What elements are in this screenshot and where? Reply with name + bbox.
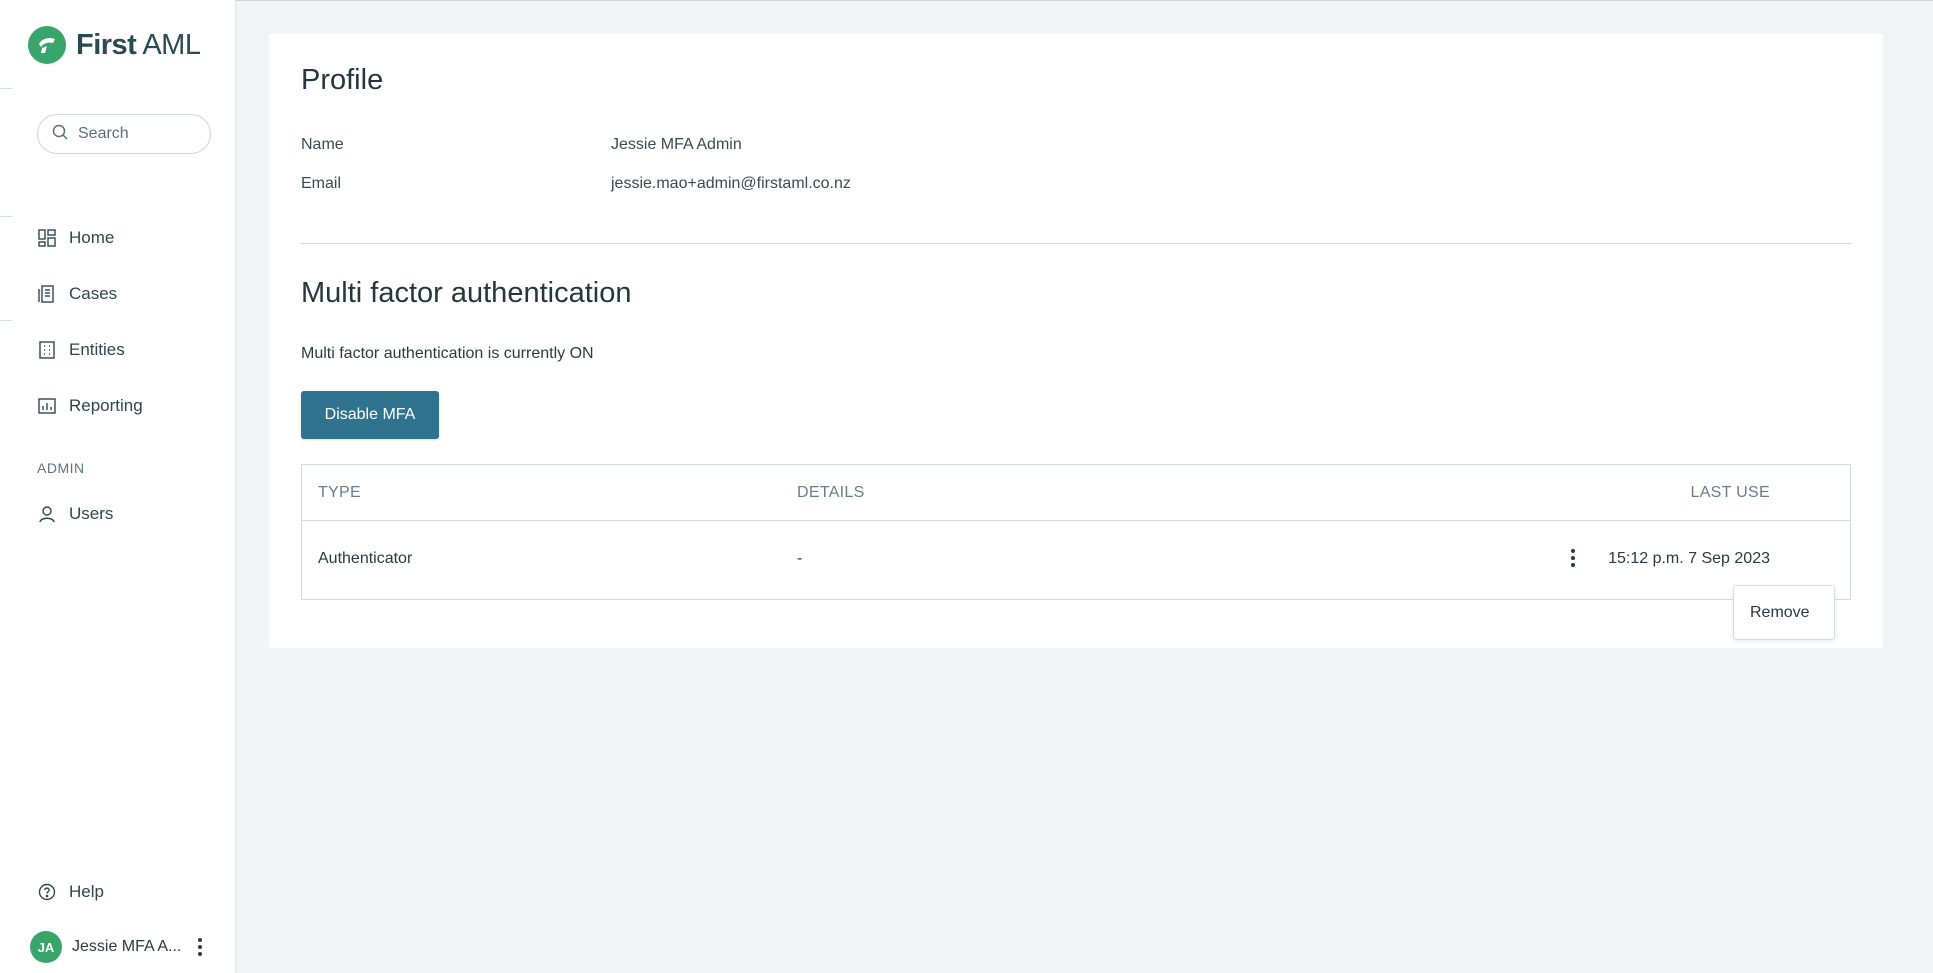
cell-type: Authenticator (318, 550, 413, 567)
sidebar-item-home[interactable]: Home (37, 228, 114, 248)
email-value: jessie.mao+admin@firstaml.co.nz (611, 175, 851, 192)
edge-tick (0, 216, 12, 217)
nav-section-admin: ADMIN (37, 460, 85, 476)
search-icon (52, 124, 68, 145)
sidebar-item-reporting[interactable]: Reporting (37, 396, 143, 416)
brand-name: First AML (76, 28, 201, 61)
top-border (0, 0, 1933, 1)
sidebar-item-entities[interactable]: Entities (37, 340, 125, 360)
sidebar-item-label: Entities (69, 340, 125, 359)
chart-icon (37, 396, 57, 416)
remove-menu-item[interactable]: Remove (1750, 604, 1810, 622)
row-actions-menu: Remove (1733, 585, 1835, 640)
user-icon (37, 504, 57, 524)
name-value: Jessie MFA Admin (611, 136, 742, 153)
brand-logo[interactable]: First AML (28, 26, 201, 64)
sidebar: First AML Home Cases Entities Reporting … (0, 0, 236, 973)
email-label: Email (301, 175, 342, 192)
column-header-last-use: LAST USE (1690, 484, 1770, 501)
table-header: TYPE DETAILS LAST USE (302, 465, 1850, 521)
document-icon (37, 284, 57, 304)
sidebar-item-label: Cases (69, 284, 118, 303)
profile-card: Profile Name Jessie MFA Admin Email jess… (269, 34, 1883, 648)
sidebar-item-cases[interactable]: Cases (37, 284, 117, 304)
user-name[interactable]: Jessie MFA A... (72, 938, 184, 956)
edge-tick (0, 320, 12, 321)
current-user: JA Jessie MFA A... (30, 931, 220, 963)
building-icon (37, 340, 57, 360)
mfa-section-title: Multi factor authentication (301, 277, 632, 309)
name-label: Name (301, 136, 344, 153)
edge-tick (0, 88, 12, 89)
search-input[interactable] (76, 124, 200, 144)
page-title: Profile (301, 64, 384, 96)
sidebar-item-label: Home (69, 228, 115, 247)
search-box[interactable] (37, 114, 211, 154)
cell-last-use: 15:12 p.m. 7 Sep 2023 (1608, 550, 1770, 567)
sidebar-item-users[interactable]: Users (37, 504, 113, 524)
row-actions-kebab-icon[interactable] (1567, 545, 1579, 571)
sidebar-item-help[interactable]: Help (37, 882, 104, 902)
sidebar-item-label: Users (69, 504, 114, 523)
column-header-details: DETAILS (797, 484, 865, 501)
dashboard-icon (37, 228, 57, 248)
mfa-status-text: Multi factor authentication is currently… (301, 345, 594, 362)
section-divider (301, 243, 1851, 244)
sidebar-item-label: Reporting (69, 396, 143, 415)
sidebar-item-label: Help (69, 882, 104, 901)
avatar[interactable]: JA (30, 931, 62, 963)
disable-mfa-button[interactable]: Disable MFA (301, 391, 439, 439)
mfa-methods-table: TYPE DETAILS LAST USE Authenticator - 15… (301, 464, 1851, 600)
cell-details: - (797, 550, 803, 567)
logo-mark-icon (28, 26, 66, 64)
column-header-type: TYPE (318, 484, 361, 501)
help-icon (37, 882, 57, 902)
user-menu-kebab-icon[interactable] (194, 934, 206, 960)
